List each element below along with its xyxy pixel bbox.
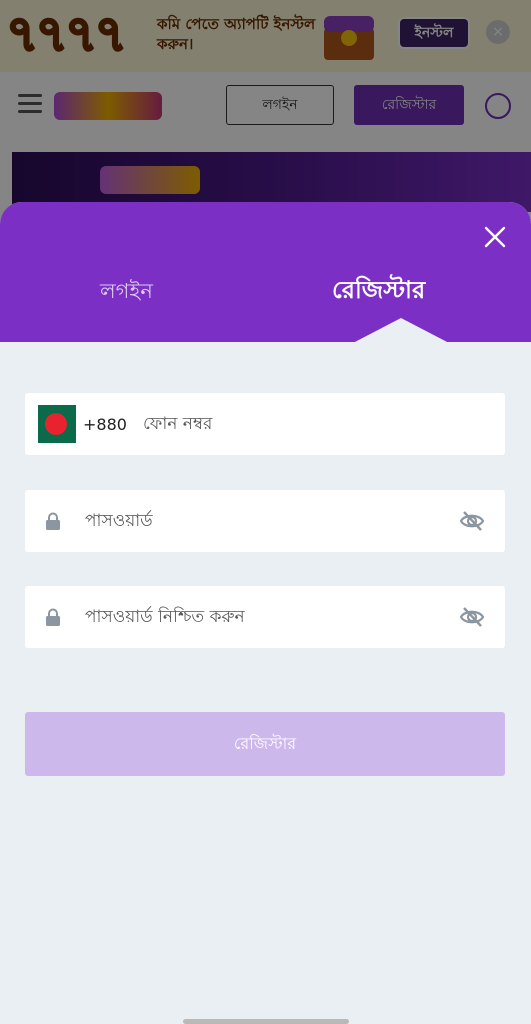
country-code[interactable]: +880 (83, 393, 127, 455)
eye-off-icon[interactable] (459, 604, 485, 630)
tab-register[interactable]: রেজিস্টার (332, 272, 425, 312)
phone-field[interactable]: +880 (25, 393, 505, 455)
eye-off-icon[interactable] (459, 508, 485, 534)
lock-icon (46, 512, 60, 530)
tab-login[interactable]: লগইন (100, 272, 153, 312)
modal-close-button[interactable] (480, 222, 510, 252)
modal-header: লগইন রেজিস্টার (0, 202, 531, 344)
phone-number-input[interactable] (137, 393, 477, 455)
register-submit-button[interactable]: রেজিস্টার (25, 712, 505, 776)
active-tab-indicator (351, 318, 451, 344)
confirm-password-input[interactable] (85, 586, 445, 648)
auth-modal: লগইন রেজিস্টার +880 ফোন নম্বর রেজিস্টার (0, 202, 531, 1024)
password-input[interactable] (85, 490, 445, 552)
home-indicator (183, 1019, 349, 1024)
bangladesh-flag-icon[interactable] (38, 405, 76, 443)
confirm-password-field[interactable] (25, 586, 505, 648)
password-field[interactable] (25, 490, 505, 552)
close-icon (484, 226, 506, 248)
lock-icon (46, 608, 60, 626)
